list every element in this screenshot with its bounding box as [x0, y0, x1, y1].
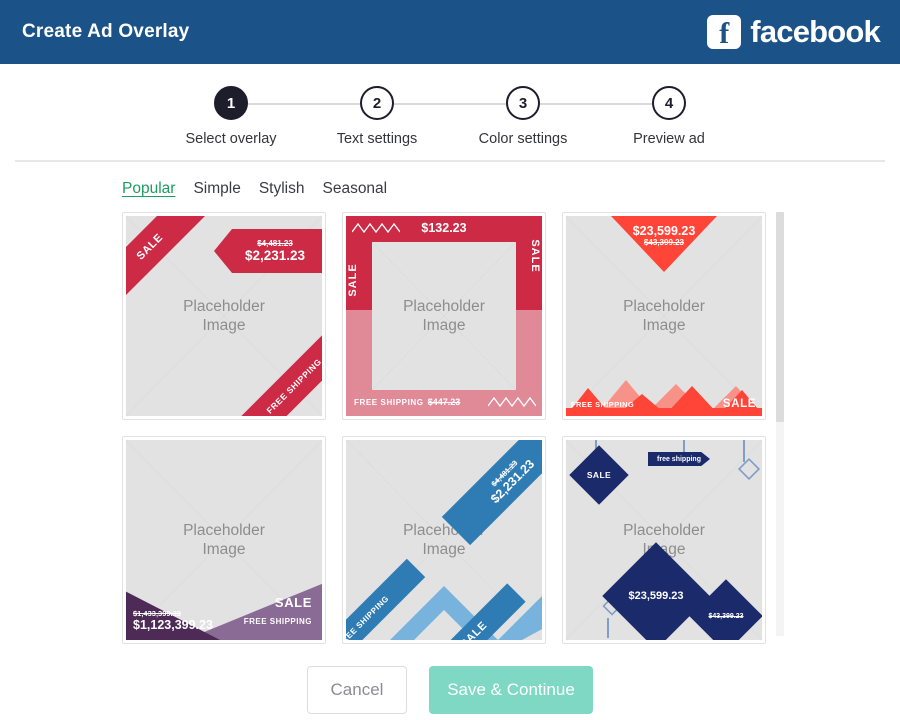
placeholder-line-2: Image [642, 317, 686, 334]
old-price: $43,399.23 [708, 612, 744, 620]
placeholder-line-2: Image [202, 541, 246, 558]
old-price: $1,433,399.23 [133, 609, 181, 618]
facebook-logo: facebook [707, 14, 881, 51]
overlay-preview-purple-chevron: Placeholder Image $1,433,399.23 $1,123,3… [126, 440, 322, 640]
sale-label-right: SALE [529, 239, 541, 273]
overlay-template-card[interactable]: Placeholder Image SALE [562, 436, 766, 644]
new-price: $23,599.23 [632, 224, 696, 238]
old-price: $43,399.23 [643, 238, 685, 247]
step-2-text-settings[interactable]: 2 Text settings [304, 86, 523, 147]
new-price: $23,599.23 [628, 590, 684, 602]
overlay-template-card[interactable]: Placeholder Image $4,481.23 $2,231.23 FR… [342, 436, 546, 644]
step-connector [377, 103, 523, 105]
price-banner: $4,481.23 $2,231.23 [214, 229, 322, 273]
tab-stylish[interactable]: Stylish [259, 180, 305, 198]
overlay-preview-crimson-corner-ribbons: Placeholder Image SALE FREE SHIPPING $4,… [126, 216, 322, 416]
inner-placeholder: Placeholder Image [372, 242, 516, 390]
overlay-template-grid-area: Placeholder Image SALE FREE SHIPPING $4,… [122, 212, 784, 644]
sale-label: SALE [586, 470, 612, 480]
step-number: 2 [360, 86, 394, 120]
new-price: $1,123,399.23 [133, 618, 213, 632]
wizard-footer: Cancel Save & Continue [0, 666, 900, 714]
sale-label: SALE [274, 595, 312, 610]
free-shipping-tag: free shipping [648, 452, 710, 466]
step-connector [231, 103, 377, 105]
overlay-preview-red-triangles: Placeholder Image $23,599.23 $43,399.23 [566, 216, 762, 416]
overlay-template-card[interactable]: Placeholder Image $23,599.23 $43,399.23 [562, 212, 766, 420]
overlay-category-tabs: Popular Simple Stylish Seasonal [0, 162, 900, 198]
tab-simple[interactable]: Simple [193, 180, 240, 198]
placeholder-line-2: Image [202, 317, 246, 334]
overlay-template-card[interactable]: Placeholder Image $132.23 SALE SALE FREE… [342, 212, 546, 420]
step-label: Select overlay [185, 131, 277, 147]
placeholder-line-1: Placeholder [183, 522, 265, 539]
placeholder-line-2: Image [422, 541, 466, 558]
grid-scrollbar-thumb[interactable] [776, 212, 784, 422]
overlay-template-grid: Placeholder Image SALE FREE SHIPPING $4,… [122, 212, 766, 644]
placeholder-line-1: Placeholder [183, 298, 265, 315]
grid-scrollbar-track[interactable] [776, 212, 784, 636]
tab-popular[interactable]: Popular [122, 180, 175, 198]
placeholder-line-2: Image [422, 317, 466, 334]
save-and-continue-button[interactable]: Save & Continue [429, 666, 593, 714]
facebook-f-icon [707, 15, 742, 51]
step-number: 1 [214, 86, 248, 120]
step-connector [523, 103, 669, 105]
page-title: Create Ad Overlay [22, 21, 190, 42]
old-price: $4,481.23 [257, 239, 293, 248]
sale-label: SALE [134, 231, 166, 263]
zigzag-decoration-icon [352, 222, 400, 234]
step-number: 3 [506, 86, 540, 120]
overlay-preview-navy-diamonds: Placeholder Image SALE [566, 440, 762, 640]
step-label: Color settings [478, 131, 568, 147]
overlay-template-card[interactable]: Placeholder Image $1,433,399.23 $1,123,3… [122, 436, 326, 644]
app-header: Create Ad Overlay facebook [0, 0, 900, 64]
bottom-price: $447.23 [427, 397, 461, 407]
step-3-color-settings[interactable]: 3 Color settings [450, 86, 669, 147]
step-4-preview-ad[interactable]: 4 Preview ad [596, 86, 742, 147]
placeholder-line-1: Placeholder [623, 298, 705, 315]
overlay-template-card[interactable]: Placeholder Image SALE FREE SHIPPING $4,… [122, 212, 326, 420]
step-label: Text settings [336, 131, 418, 147]
step-label: Preview ad [633, 131, 705, 147]
overlay-preview-crimson-frame: Placeholder Image $132.23 SALE SALE FREE… [346, 216, 542, 416]
placeholder-line-1: Placeholder [403, 298, 485, 315]
overlay-preview-blue-diagonals: Placeholder Image $4,481.23 $2,231.23 FR… [346, 440, 542, 640]
cancel-button[interactable]: Cancel [307, 666, 407, 714]
free-shipping-label: FREE SHIPPING [571, 400, 635, 409]
step-1-select-overlay[interactable]: 1 Select overlay [158, 86, 377, 147]
new-price: $2,231.23 [244, 248, 306, 263]
facebook-wordmark: facebook [750, 14, 881, 49]
price-group: $1,433,399.23 $1,123,399.23 [133, 609, 213, 632]
free-shipping-label: free shipping [657, 455, 701, 463]
sale-label-left: SALE [347, 263, 359, 297]
placeholder-image-label: Placeholder Image [372, 242, 516, 390]
step-indicator: 1 Select overlay 2 Text settings 3 Color… [0, 64, 900, 156]
tab-seasonal[interactable]: Seasonal [322, 180, 387, 198]
free-shipping-label: FREE SHIPPING [243, 617, 312, 626]
step-number: 4 [652, 86, 686, 120]
sale-label: SALE [722, 398, 756, 410]
